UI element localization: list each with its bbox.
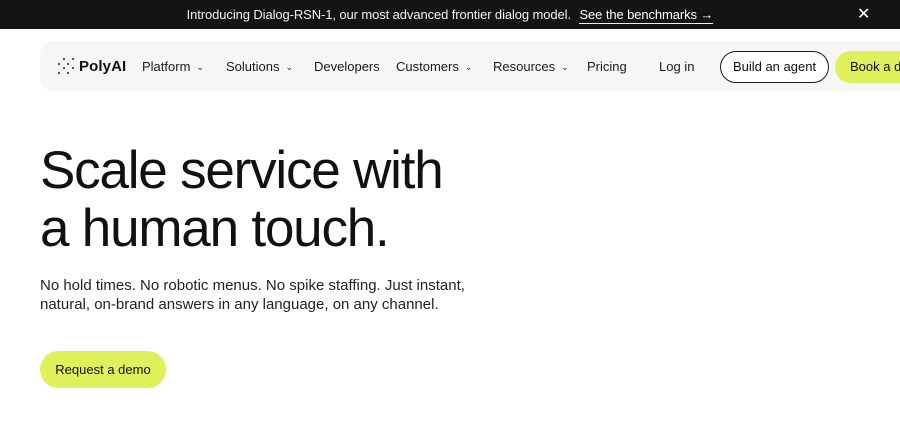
hero-title: Scale service with a human touch. [40,142,560,258]
benchmarks-link[interactable]: See the benchmarks → [579,7,713,24]
nav-item-pricing[interactable]: Pricing [587,59,627,74]
nav-item-developers[interactable]: Developers [314,59,380,74]
nav-item-label: Solutions [226,59,280,74]
book-demo-button[interactable]: Book a demo [835,51,900,83]
chevron-down-icon: ⌄ [561,62,569,72]
nav-item-resources[interactable]: Resources ⌄ [493,59,569,74]
logo-text: PolyAI [79,57,127,75]
hero-subtitle: No hold times. No robotic menus. No spik… [40,277,465,313]
close-icon[interactable]: ✕ [857,4,870,24]
hero-title-line-2: a human touch. [40,199,390,258]
nav-item-label: Pricing [587,59,627,74]
request-demo-button[interactable]: Request a demo [40,351,166,388]
nav-item-label: Resources [493,59,556,74]
announcement-text: Introducing Dialog-RSN-1, our most advan… [186,7,571,22]
nav-item-platform[interactable]: Platform ⌄ [142,59,204,74]
login-link[interactable]: Log in [659,59,694,74]
announcement-message: Introducing Dialog-RSN-1, our most advan… [0,7,900,24]
nav-item-label: Log in [659,59,695,74]
chevron-down-icon: ⌄ [285,62,294,72]
announcement-bar: Introducing Dialog-RSN-1, our most advan… [0,0,900,29]
nav-item-customers[interactable]: Customers ⌄ [396,59,472,74]
nav-item-label: Customers [396,59,459,74]
nav-item-label: Developers [314,59,380,74]
polyai-logo-icon [58,58,74,74]
nav-item-label: Platform [142,59,191,74]
chevron-down-icon: ⌄ [196,62,204,72]
build-agent-button[interactable]: Build an agent [720,51,829,83]
chevron-down-icon: ⌄ [464,62,473,72]
logo[interactable]: PolyAI [58,57,126,75]
hero-title-line-1: Scale service with [40,141,444,200]
nav-item-solutions[interactable]: Solutions ⌄ [226,59,293,74]
main-navigation: PolyAI Platform ⌄ Solutions ⌄ Developers C… [40,41,900,91]
